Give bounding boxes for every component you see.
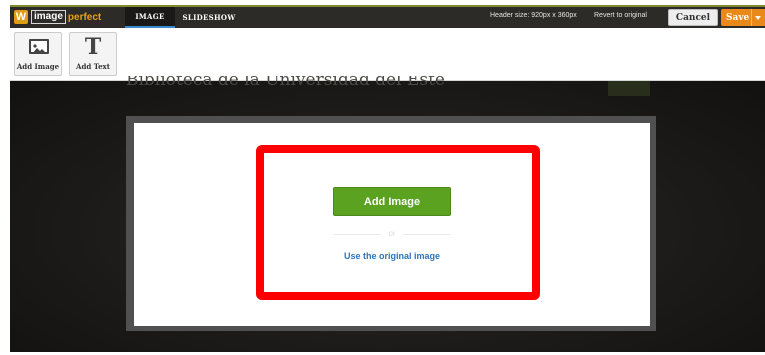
editor-window: W image perfect IMAGE SLIDESHOW Header s… xyxy=(10,5,765,352)
header-size-text: Header size: 920px x 360px xyxy=(490,12,577,19)
tab-slideshow[interactable]: SLIDESHOW xyxy=(182,7,236,28)
background-header-title: Biblioteca de la Universidad del Este xyxy=(126,76,445,89)
highlight-annotation-box xyxy=(256,145,540,300)
logo-text-image: image xyxy=(31,10,66,24)
text-icon: T xyxy=(84,34,102,60)
tab-image[interactable]: IMAGE xyxy=(125,7,175,28)
logo-text-perfect: perfect xyxy=(67,11,102,23)
background-button-shape xyxy=(608,81,650,96)
add-text-tool-button[interactable]: T Add Text xyxy=(69,32,117,76)
cancel-button[interactable]: Cancel xyxy=(668,9,718,26)
add-image-tool-label: Add Image xyxy=(16,62,60,71)
top-bar: W image perfect IMAGE SLIDESHOW Header s… xyxy=(10,5,765,28)
image-icon xyxy=(29,39,49,54)
imageperfect-logo: W image perfect xyxy=(14,10,101,24)
revert-to-original-link[interactable]: Revert to original xyxy=(594,12,647,19)
top-accent-strip xyxy=(10,5,765,7)
add-text-tool-label: Add Text xyxy=(76,62,110,71)
save-dropdown-caret-icon[interactable] xyxy=(755,16,761,20)
save-button-divider xyxy=(751,9,752,26)
tool-panel: Add Image T Add Text xyxy=(10,28,765,81)
logo-mark: W xyxy=(14,10,28,24)
add-image-tool-button[interactable]: Add Image xyxy=(14,32,62,76)
